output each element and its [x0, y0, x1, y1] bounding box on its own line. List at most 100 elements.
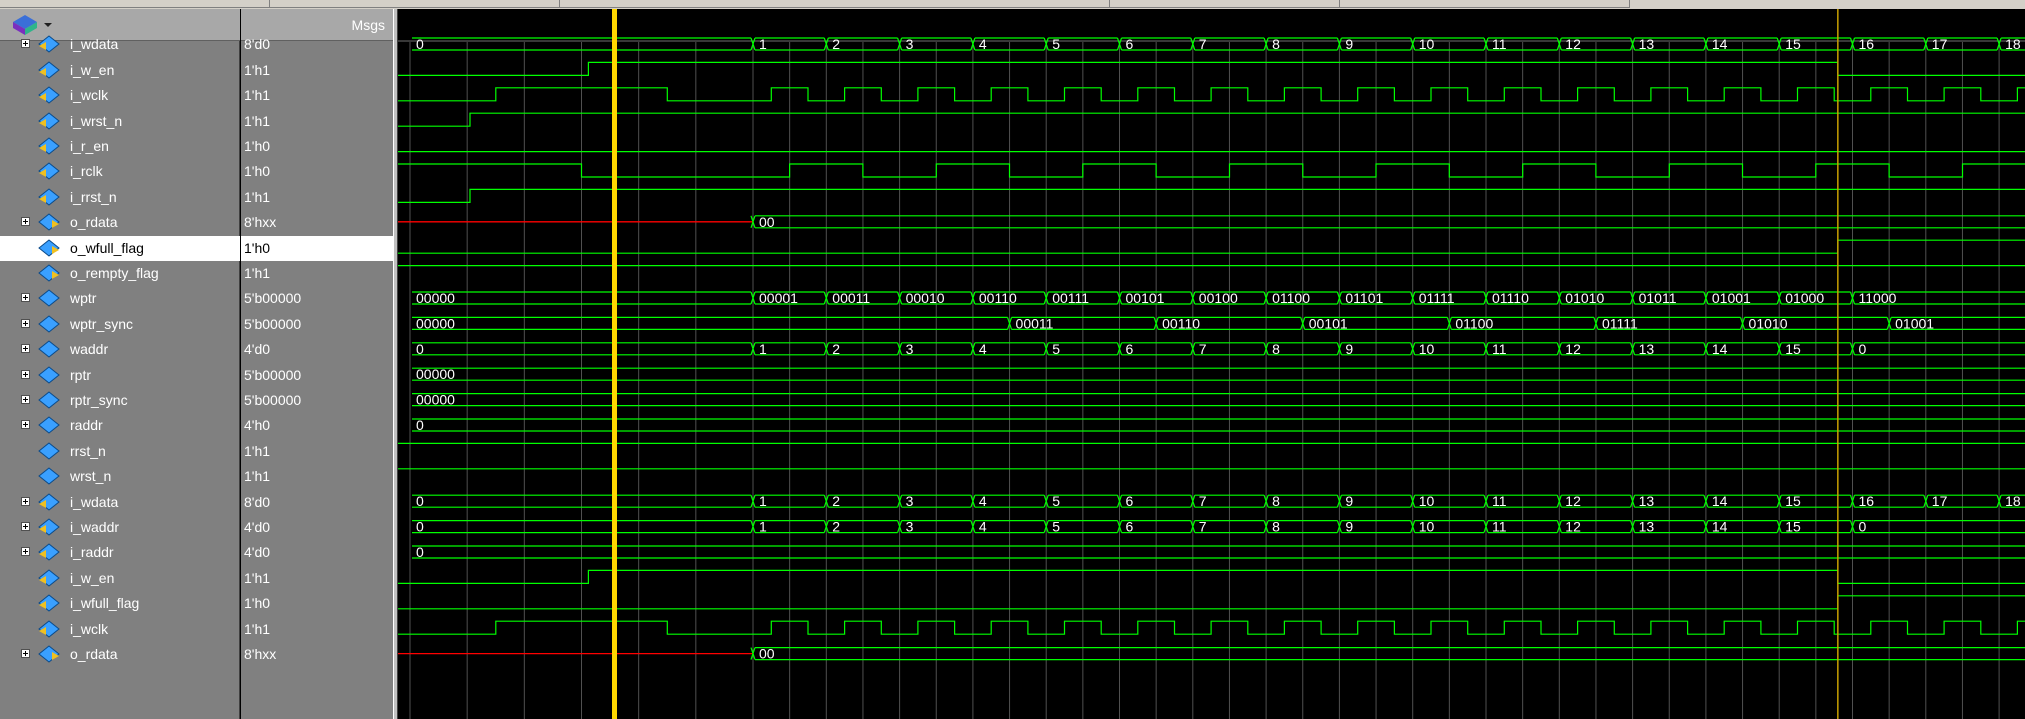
bus-value-label: 01111 — [1602, 315, 1638, 331]
value-row-i_r_en[interactable]: 1'h0 — [241, 134, 393, 159]
value-row-wrst_n[interactable]: 1'h1 — [241, 464, 393, 489]
toolbar-segment — [270, 0, 560, 8]
signal-value: 4'd0 — [244, 544, 271, 561]
bus-value-label: 00000 — [416, 290, 455, 306]
bus-value-label: 00 — [759, 646, 775, 662]
internal-signal-icon — [38, 416, 60, 434]
expand-icon[interactable] — [21, 217, 30, 227]
signal-value: 1'h0 — [244, 595, 271, 612]
bus-value-label: 13 — [1639, 341, 1655, 357]
expand-icon[interactable] — [21, 648, 30, 658]
expand-icon[interactable] — [21, 496, 30, 506]
signal-row-waddr[interactable]: waddr — [0, 337, 240, 362]
expand-icon[interactable] — [21, 394, 30, 404]
signal-row-i_rrst_n[interactable]: i_rrst_n — [0, 185, 240, 210]
signal-row-i_wrst_n[interactable]: i_wrst_n — [0, 109, 240, 134]
signal-row-i_r_en[interactable]: i_r_en — [0, 134, 240, 159]
bus-value-label: 01000 — [1785, 290, 1824, 306]
bus-value-label: 5 — [1052, 36, 1060, 52]
value-row-i_w_en[interactable]: 1'h1 — [241, 58, 393, 83]
signal-row-wptr[interactable]: wptr — [0, 286, 240, 311]
expand-icon[interactable] — [21, 420, 30, 430]
signal-row-i_w_en[interactable]: i_w_en — [0, 566, 240, 591]
value-row-o_wfull_flag[interactable]: 1'h0 — [241, 235, 393, 261]
bus-value-label: 12 — [1565, 519, 1581, 535]
signal-row-i_wdata[interactable]: i_wdata — [0, 490, 240, 515]
bus-value-label: 9 — [1345, 493, 1353, 509]
waveform-canvas[interactable]: 0 1 2 3 4 5 6 7 8 9 10 11 12 13 14 15 16 17 180000000 00001… — [398, 9, 2025, 719]
signal-row-wptr_sync[interactable]: wptr_sync — [0, 312, 240, 337]
value-row-wptr[interactable]: 5'b00000 — [241, 286, 393, 311]
signal-value: 1'h1 — [244, 61, 271, 78]
signal-name: i_wclk — [70, 620, 109, 637]
bus-value-label: 2 — [832, 341, 840, 357]
value-row-o_rempty_flag[interactable]: 1'h1 — [241, 261, 393, 286]
bus-value-label: 17 — [1932, 493, 1948, 509]
value-row-raddr[interactable]: 4'h0 — [241, 413, 393, 438]
signal-row-o_rdata[interactable]: o_rdata — [0, 642, 240, 667]
bus-value-label: 1 — [759, 341, 767, 357]
expand-icon[interactable] — [21, 39, 30, 49]
signal-value: 4'd0 — [244, 341, 271, 358]
value-row-i_wclk[interactable]: 1'h1 — [241, 617, 393, 642]
bus-value-label: 8 — [1272, 493, 1280, 509]
expand-icon[interactable] — [21, 547, 30, 557]
value-row-o_rdata[interactable]: 8'hxx — [241, 210, 393, 235]
value-row-i_wfull_flag[interactable]: 1'h0 — [241, 591, 393, 616]
value-row-waddr[interactable]: 4'd0 — [241, 337, 393, 362]
value-row-i_rrst_n[interactable]: 1'h1 — [241, 185, 393, 210]
bus-value-label: 2 — [832, 36, 840, 52]
bus-value-label: 10 — [1419, 36, 1435, 52]
signal-row-i_rclk[interactable]: i_rclk — [0, 159, 240, 184]
value-row-rptr_sync[interactable]: 5'b00000 — [241, 388, 393, 413]
expand-icon[interactable] — [21, 344, 30, 354]
bus-value-label: 18 — [2005, 36, 2021, 52]
value-row-i_waddr[interactable]: 4'd0 — [241, 515, 393, 540]
value-row-i_wdata[interactable]: 8'd0 — [241, 490, 393, 515]
bus-value-label: 3 — [906, 519, 914, 535]
signal-row-i_wfull_flag[interactable]: i_wfull_flag — [0, 591, 240, 616]
value-row-rptr[interactable]: 5'b00000 — [241, 363, 393, 388]
value-row-i_wrst_n[interactable]: 1'h1 — [241, 109, 393, 134]
chevron-down-icon[interactable] — [44, 23, 52, 27]
value-row-rrst_n[interactable]: 1'h1 — [241, 439, 393, 464]
signal-name: o_rempty_flag — [70, 264, 159, 281]
expand-icon[interactable] — [21, 521, 30, 531]
expand-icon[interactable] — [21, 318, 30, 328]
value-row-i_rclk[interactable]: 1'h0 — [241, 159, 393, 184]
signal-row-i_w_en[interactable]: i_w_en — [0, 58, 240, 83]
internal-signal-icon — [38, 340, 60, 358]
value-row-wptr_sync[interactable]: 5'b00000 — [241, 312, 393, 337]
signal-row-i_waddr[interactable]: i_waddr — [0, 515, 240, 540]
input-port-icon — [38, 188, 60, 206]
signal-name: waddr — [70, 341, 109, 358]
bus-value-label: 10 — [1419, 493, 1435, 509]
value-row-i_wdata[interactable]: 8'd0 — [241, 32, 393, 57]
expand-icon[interactable] — [21, 369, 30, 379]
signal-row-i_wclk[interactable]: i_wclk — [0, 617, 240, 642]
signal-row-wrst_n[interactable]: wrst_n — [0, 464, 240, 489]
bus-value-label: 8 — [1272, 36, 1280, 52]
signal-value: 1'h1 — [244, 569, 271, 586]
signal-name: i_rrst_n — [70, 188, 117, 205]
signal-row-o_wfull_flag[interactable]: o_wfull_flag — [0, 235, 240, 261]
signal-row-i_wdata[interactable]: i_wdata — [0, 32, 240, 57]
signal-row-rrst_n[interactable]: rrst_n — [0, 439, 240, 464]
value-row-i_w_en[interactable]: 1'h1 — [241, 566, 393, 591]
signal-row-i_wclk[interactable]: i_wclk — [0, 83, 240, 108]
bus-value-label: 9 — [1345, 36, 1353, 52]
signal-row-raddr[interactable]: raddr — [0, 413, 240, 438]
signal-row-rptr_sync[interactable]: rptr_sync — [0, 388, 240, 413]
signal-row-rptr[interactable]: rptr — [0, 363, 240, 388]
signal-value: 1'h1 — [244, 468, 271, 485]
value-row-i_wclk[interactable]: 1'h1 — [241, 83, 393, 108]
bus-value-label: 00111 — [1052, 290, 1089, 306]
signal-name: i_wclk — [70, 87, 109, 104]
expand-icon[interactable] — [21, 293, 30, 303]
signal-row-i_raddr[interactable]: i_raddr — [0, 540, 240, 565]
value-row-i_raddr[interactable]: 4'd0 — [241, 540, 393, 565]
value-row-o_rdata[interactable]: 8'hxx — [241, 642, 393, 667]
signal-name: i_wfull_flag — [70, 595, 140, 612]
signal-row-o_rdata[interactable]: o_rdata — [0, 210, 240, 235]
signal-row-o_rempty_flag[interactable]: o_rempty_flag — [0, 261, 240, 286]
